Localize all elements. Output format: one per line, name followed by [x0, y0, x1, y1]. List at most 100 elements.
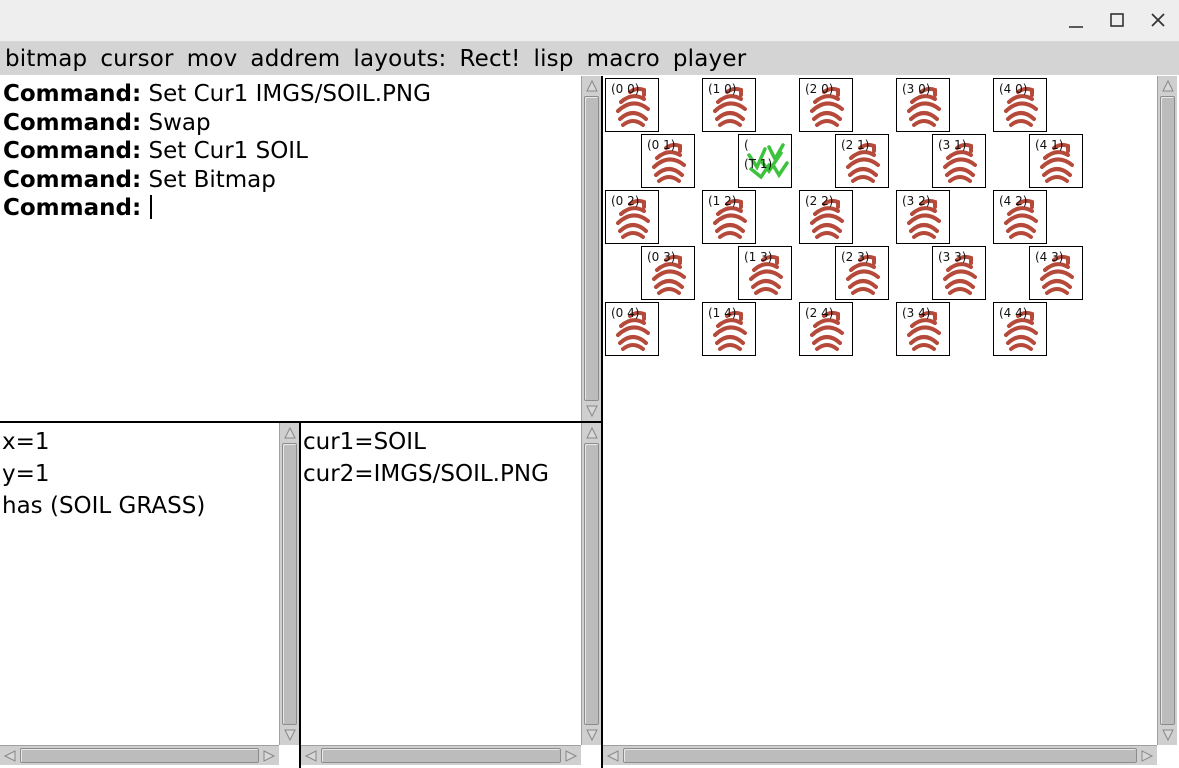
scroll-left-icon[interactable]	[304, 749, 318, 763]
x-coordinate: x=1	[2, 429, 50, 455]
scroll-right-icon[interactable]	[564, 749, 578, 763]
position-info: x=1 y=1 has (SOIL GRASS)	[2, 426, 205, 522]
title-bar	[0, 0, 1179, 42]
minimize-icon[interactable]	[1064, 8, 1088, 32]
tile-coordinate-label: (2 4)	[805, 306, 834, 320]
soil-tile[interactable]: (0 0)	[605, 78, 659, 132]
menu-bar: bitmap cursor mov addrem layouts: Rect! …	[0, 42, 1179, 75]
text-cursor	[150, 195, 153, 219]
command-input-line[interactable]: Command:	[3, 194, 431, 223]
tile-coordinate-label: (1 3)	[744, 250, 773, 264]
tile-coordinate-label: (3 1)	[938, 138, 967, 152]
tile-coordinate-label: (4 2)	[999, 194, 1028, 208]
position-hscrollbar[interactable]	[0, 745, 279, 765]
scroll-up-icon[interactable]	[283, 426, 297, 440]
cursor-hscrollbar[interactable]	[301, 745, 581, 765]
command-line: Command: Swap	[3, 109, 211, 136]
command-vscroll-thumb[interactable]	[584, 96, 599, 401]
command-vscrollbar[interactable]	[581, 76, 601, 421]
soil-tile[interactable]: (3 2)	[896, 190, 950, 244]
position-hscroll-thumb[interactable]	[20, 748, 259, 763]
position-vscroll-thumb[interactable]	[282, 443, 297, 725]
cursor-vscroll-thumb[interactable]	[584, 443, 599, 725]
cursor-pane: cur1=SOIL cur2=IMGS/SOIL.PNG	[301, 423, 581, 745]
soil-tile[interactable]: (3 1)	[932, 134, 986, 188]
scroll-right-icon[interactable]	[262, 749, 276, 763]
map-vscroll-thumb[interactable]	[1160, 96, 1175, 725]
grass-tile[interactable]: ((T 1)	[738, 134, 792, 188]
y-coordinate: y=1	[2, 461, 50, 487]
tile-coordinate-label: (2 2)	[805, 194, 834, 208]
scroll-left-icon[interactable]	[3, 749, 17, 763]
scroll-left-icon[interactable]	[606, 749, 620, 763]
tile-coordinate-label: (0 1)	[647, 138, 676, 152]
tile-coordinate-label: (4 4)	[999, 306, 1028, 320]
menu-macro[interactable]: macro	[587, 46, 660, 72]
menu-bitmap[interactable]: bitmap	[5, 46, 87, 72]
tile-coordinate-label: (1 2)	[708, 194, 737, 208]
tile-coordinate-label: (0 4)	[611, 306, 640, 320]
soil-tile[interactable]: (2 0)	[799, 78, 853, 132]
scroll-down-icon[interactable]	[585, 404, 599, 418]
tile-coordinate-label: (2 1)	[841, 138, 870, 152]
scroll-up-icon[interactable]	[585, 79, 599, 93]
menu-mov[interactable]: mov	[187, 46, 238, 72]
scroll-right-icon[interactable]	[1140, 749, 1154, 763]
tile-coordinate-label: (1 0)	[708, 82, 737, 96]
menu-rect[interactable]: Rect!	[460, 46, 521, 72]
tile-coordinate-label: (3 2)	[902, 194, 931, 208]
menu-cursor[interactable]: cursor	[100, 46, 173, 72]
cursor-info: cur1=SOIL cur2=IMGS/SOIL.PNG	[303, 426, 549, 490]
scroll-down-icon[interactable]	[1161, 728, 1175, 742]
position-vscrollbar[interactable]	[279, 423, 299, 745]
soil-tile[interactable]: (4 4)	[993, 302, 1047, 356]
soil-tile[interactable]: (2 2)	[799, 190, 853, 244]
tile-coordinate-label: (	[744, 138, 749, 152]
soil-tile[interactable]: (3 3)	[932, 246, 986, 300]
soil-tile[interactable]: (4 2)	[993, 190, 1047, 244]
cursor-hscroll-thumb[interactable]	[321, 748, 561, 763]
soil-tile[interactable]: (0 3)	[641, 246, 695, 300]
map-hscroll-thumb[interactable]	[623, 748, 1137, 763]
soil-tile[interactable]: (1 4)	[702, 302, 756, 356]
close-icon[interactable]	[1146, 8, 1170, 32]
soil-tile[interactable]: (2 1)	[835, 134, 889, 188]
position-pane: x=1 y=1 has (SOIL GRASS)	[0, 423, 279, 745]
scroll-up-icon[interactable]	[585, 426, 599, 440]
soil-tile[interactable]: (4 1)	[1029, 134, 1083, 188]
soil-tile[interactable]: (2 3)	[835, 246, 889, 300]
soil-tile[interactable]: (4 0)	[993, 78, 1047, 132]
tile-coordinate-label: (3 4)	[902, 306, 931, 320]
command-history: Command: Set Cur1 IMGS/SOIL.PNG Command:…	[3, 80, 431, 223]
map-grid-pane[interactable]: (0 0) (1 0) (2 0) (3 0) (4 0) (0 1) ((T 1) (2 1…	[603, 76, 1157, 745]
soil-tile[interactable]: (3 0)	[896, 78, 950, 132]
tile-coordinate-label: (0 3)	[647, 250, 676, 264]
menu-layouts[interactable]: layouts:	[353, 46, 446, 72]
soil-tile[interactable]: (1 2)	[702, 190, 756, 244]
soil-tile[interactable]: (4 3)	[1029, 246, 1083, 300]
soil-tile[interactable]: (1 0)	[702, 78, 756, 132]
command-line: Command: Set Cur1 IMGS/SOIL.PNG	[3, 81, 431, 107]
scroll-down-icon[interactable]	[283, 728, 297, 742]
map-hscrollbar[interactable]	[603, 745, 1157, 765]
soil-tile[interactable]: (2 4)	[799, 302, 853, 356]
scroll-down-icon[interactable]	[585, 728, 599, 742]
menu-player[interactable]: player	[673, 46, 747, 72]
soil-tile[interactable]: (1 3)	[738, 246, 792, 300]
cursor-vscrollbar[interactable]	[581, 423, 601, 745]
tile-coordinate-label: (3 0)	[902, 82, 931, 96]
command-pane[interactable]: Command: Set Cur1 IMGS/SOIL.PNG Command:…	[0, 76, 581, 421]
soil-tile[interactable]: (0 2)	[605, 190, 659, 244]
menu-lisp[interactable]: lisp	[534, 46, 574, 72]
menu-addrem[interactable]: addrem	[250, 46, 340, 72]
soil-tile[interactable]: (0 1)	[641, 134, 695, 188]
command-line: Command: Set Bitmap	[3, 166, 276, 193]
cursor1-value: cur1=SOIL	[303, 429, 426, 455]
scroll-up-icon[interactable]	[1161, 79, 1175, 93]
soil-tile[interactable]: (0 4)	[605, 302, 659, 356]
tile-coordinate-label: (4 1)	[1035, 138, 1064, 152]
maximize-icon[interactable]	[1105, 8, 1129, 32]
soil-tile[interactable]: (3 4)	[896, 302, 950, 356]
map-vscrollbar[interactable]	[1157, 76, 1177, 745]
tile-coordinate-label: (4 3)	[1035, 250, 1064, 264]
